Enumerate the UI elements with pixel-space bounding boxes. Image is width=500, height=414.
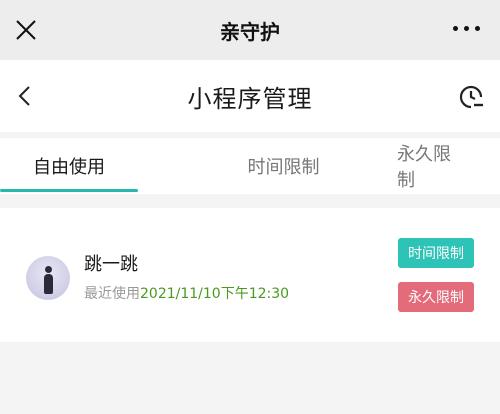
- permanent-limit-button[interactable]: 永久限制: [398, 282, 474, 312]
- window-title-bar: 亲守护: [0, 0, 500, 60]
- back-icon[interactable]: [16, 84, 36, 108]
- tab-permanent-limit-label: 永久限制: [397, 144, 451, 191]
- close-icon[interactable]: [14, 18, 38, 42]
- last-used-info: 最近使用2021/11/10下午12:30: [84, 283, 289, 303]
- time-limit-button[interactable]: 时间限制: [398, 238, 474, 268]
- tab-time-limit-label: 时间限制: [247, 157, 320, 178]
- tab-time-limit[interactable]: 时间限制: [170, 138, 397, 194]
- window-title: 亲守护: [220, 19, 280, 44]
- page-header: 小程序管理: [0, 60, 500, 132]
- tab-free-use[interactable]: 自由使用: [0, 138, 170, 194]
- list-item: 跳一跳 最近使用2021/11/10下午12:30 时间限制 永久限制: [0, 208, 500, 342]
- last-used-label: 最近使用: [84, 286, 140, 302]
- tab-free-use-label: 自由使用: [33, 157, 105, 178]
- app-name: 跳一跳: [84, 254, 138, 275]
- more-options-icon[interactable]: [453, 26, 480, 34]
- page-title: 小程序管理: [187, 84, 313, 113]
- active-tab-indicator: [0, 189, 138, 192]
- history-clock-icon[interactable]: [456, 82, 486, 112]
- last-used-timestamp: 2021/11/10下午12:30: [140, 286, 290, 302]
- tab-bar: 自由使用 时间限制 永久限制: [0, 138, 500, 194]
- app-avatar: [26, 256, 70, 300]
- tab-permanent-limit[interactable]: 永久限制: [397, 138, 500, 194]
